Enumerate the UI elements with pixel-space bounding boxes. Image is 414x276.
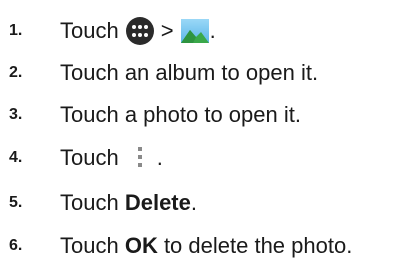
step-number: 2. [9, 64, 23, 81]
step-number: 5. [9, 194, 23, 211]
step-2: 2. Touch an album to open it. [0, 56, 414, 90]
apps-icon [125, 17, 154, 45]
step-text: Touch an album to open it. [60, 60, 319, 85]
step-3: 3. Touch a photo to open it. [0, 98, 414, 132]
step-text: Touch a photo to open it. [60, 102, 301, 127]
more-options-icon [137, 147, 142, 167]
step-4: 4. Touch . [0, 141, 414, 175]
step-number: 3. [9, 106, 23, 123]
step-suffix: . [156, 145, 163, 170]
step-6: 6. Touch OK to delete the photo. [0, 229, 414, 263]
step-prefix: Touch [60, 18, 119, 43]
step-text: Touch . [60, 144, 163, 172]
step-number: 6. [9, 237, 23, 254]
step-separator: > [160, 18, 174, 43]
step-prefix: Touch [60, 190, 125, 215]
step-prefix: Touch [60, 233, 125, 258]
step-text: Touch Delete. [60, 190, 197, 216]
step-text: Touch OK to delete the photo. [60, 233, 352, 259]
step-text: Touch > . [60, 16, 216, 46]
step-prefix: Touch [60, 145, 119, 170]
step-1: 1. Touch > . [0, 14, 414, 48]
delete-label: Delete [124, 190, 191, 215]
instruction-steps-list: 1. Touch > . 2. Touch an album to open i… [0, 0, 414, 276]
step-number: 1. [9, 22, 23, 39]
step-suffix: . [209, 18, 216, 43]
step-suffix: to delete the photo. [157, 233, 353, 258]
step-suffix: . [190, 190, 197, 215]
ok-label: OK [124, 233, 158, 258]
step-5: 5. Touch Delete. [0, 186, 414, 220]
gallery-icon [180, 19, 209, 43]
step-number: 4. [9, 149, 23, 166]
